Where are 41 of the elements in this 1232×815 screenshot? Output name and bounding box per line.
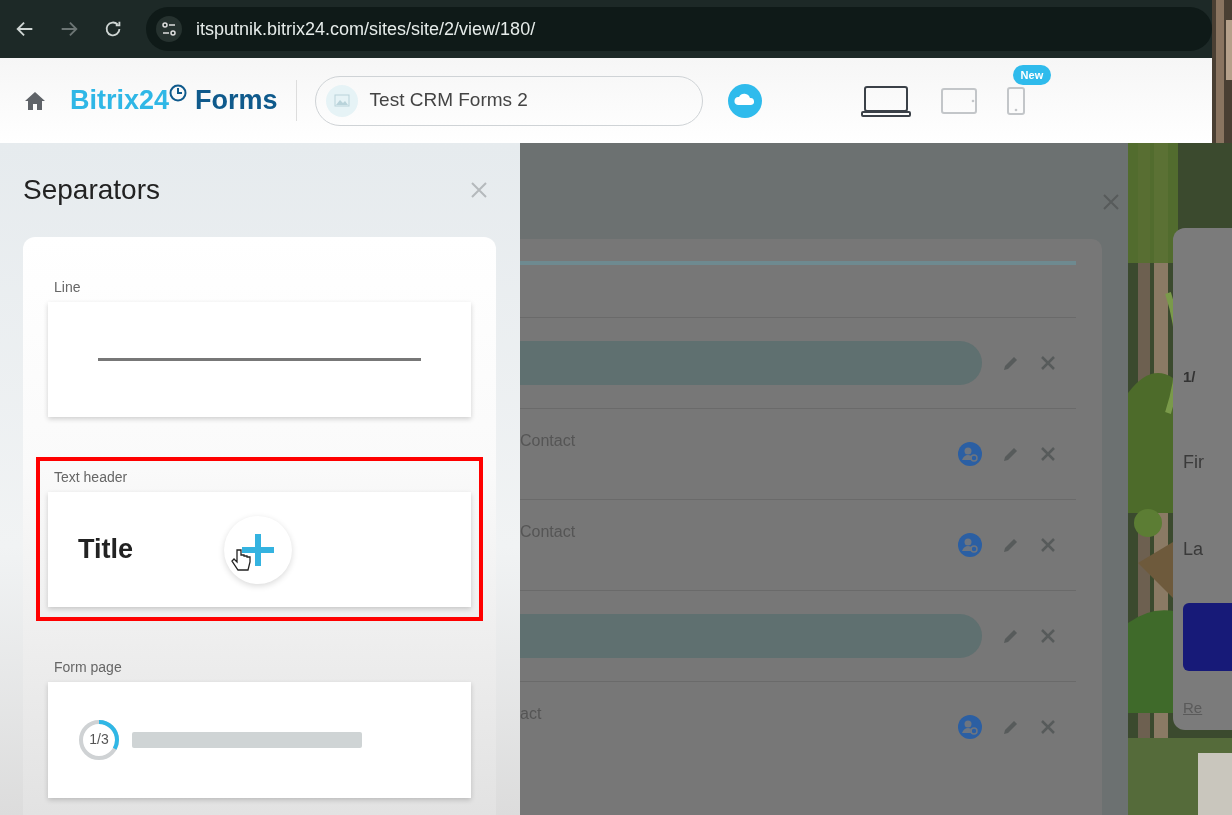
edit-icon[interactable]: [1002, 627, 1020, 645]
field-label: Fir: [1183, 450, 1205, 474]
cloud-icon[interactable]: [726, 82, 763, 119]
step-counter: 1/: [1183, 367, 1197, 387]
image-icon: [325, 84, 358, 117]
delete-icon[interactable]: [1040, 446, 1056, 462]
contact-search-icon[interactable]: [958, 533, 982, 557]
field-label: La: [1183, 537, 1205, 561]
tablet-icon[interactable]: [940, 87, 977, 114]
delete-icon[interactable]: [1040, 719, 1056, 735]
close-icon[interactable]: [470, 180, 488, 199]
hand-cursor-icon: [231, 547, 251, 572]
step-counter: 1/3: [89, 730, 109, 750]
contact-search-icon[interactable]: [958, 715, 982, 739]
delete-icon[interactable]: [1040, 537, 1056, 553]
laptop-icon[interactable]: [860, 84, 911, 117]
home-icon[interactable]: [24, 90, 46, 111]
add-button[interactable]: [224, 515, 292, 584]
contact-search-icon[interactable]: [958, 442, 982, 466]
progress-ring: [78, 718, 120, 761]
clock-icon: [169, 84, 188, 103]
separator-preview[interactable]: [48, 301, 471, 417]
item-label: Text header: [54, 467, 129, 487]
separator-preview[interactable]: Title: [48, 491, 471, 607]
separator-preview[interactable]: 1/3: [48, 681, 471, 798]
item-label: Form page: [54, 657, 123, 677]
logo-text: Forms: [195, 84, 278, 118]
delete-icon[interactable]: [1040, 355, 1056, 371]
edit-icon[interactable]: [1002, 445, 1020, 463]
item-label: Line: [54, 277, 82, 297]
edit-icon[interactable]: [1002, 718, 1020, 736]
new-badge: New: [1012, 64, 1052, 85]
delete-icon[interactable]: [1040, 628, 1056, 644]
edit-icon[interactable]: [1002, 536, 1020, 554]
edit-icon[interactable]: [1002, 354, 1020, 372]
logo-text: Bitrix24: [70, 84, 170, 118]
site-settings-icon[interactable]: [156, 16, 182, 42]
submit-button[interactable]: [1183, 602, 1232, 671]
phone-icon[interactable]: [1006, 86, 1025, 115]
panel-title: Separators: [23, 173, 160, 207]
title-sample: Title: [78, 532, 133, 566]
